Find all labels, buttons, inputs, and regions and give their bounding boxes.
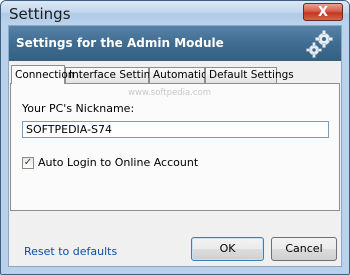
nickname-input[interactable] — [22, 121, 329, 138]
settings-window: Settings X Settings for the Admin Module — [0, 0, 350, 275]
window-title: Settings — [9, 5, 71, 23]
tab-automation[interactable]: Automation — [149, 67, 214, 83]
auto-login-checkbox[interactable]: ✓ — [22, 157, 34, 169]
reset-defaults-link[interactable]: Reset to defaults — [24, 245, 117, 258]
watermark: www.softpedia.com — [128, 88, 212, 98]
close-button[interactable]: X — [303, 3, 343, 21]
auto-login-label[interactable]: Auto Login to Online Account — [38, 156, 198, 169]
header-banner: Settings for the Admin Module — [9, 26, 341, 61]
gears-icon — [306, 30, 333, 58]
tab-connection[interactable]: Connection — [11, 65, 74, 84]
tab-default-settings[interactable]: Default Settings — [205, 67, 294, 83]
tab-interface-settings[interactable]: Interface Settings — [65, 67, 162, 83]
title-bar[interactable]: Settings X — [1, 1, 349, 25]
dialog-body: Settings for the Admin Module Connection… — [8, 25, 342, 267]
nickname-label: Your PC's Nickname: — [22, 102, 135, 115]
banner-title: Settings for the Admin Module — [16, 36, 224, 50]
cancel-button[interactable]: Cancel — [271, 237, 337, 261]
ok-button[interactable]: OK — [191, 237, 264, 261]
